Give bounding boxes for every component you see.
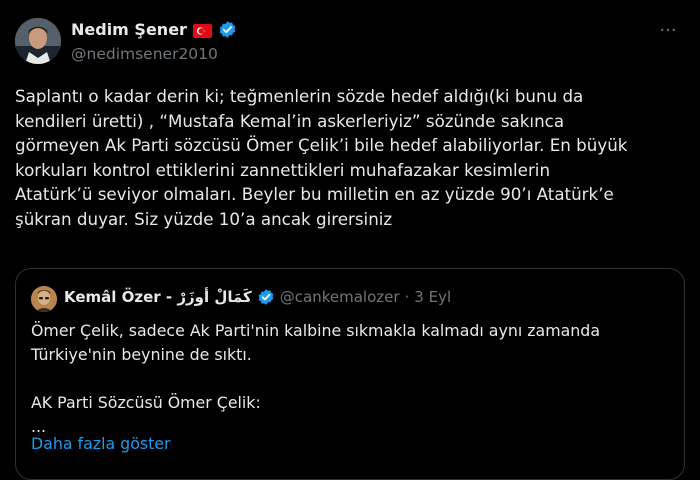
quoted-text-line: AK Parti Sözcüsü Ömer Çelik: <box>31 393 261 412</box>
verified-badge-icon <box>257 288 275 306</box>
quoted-author-handle[interactable]: @cankemalozer <box>280 288 400 306</box>
verified-badge-icon <box>218 20 237 39</box>
author-avatar[interactable] <box>15 18 61 64</box>
turkey-flag-icon <box>192 23 212 38</box>
quoted-tweet-date[interactable]: 3 Eyl <box>414 288 451 306</box>
author-display-name[interactable]: Nedim Şener <box>71 20 187 39</box>
author-handle[interactable]: @nedimsener2010 <box>71 45 218 63</box>
quoted-text-line: Türkiye'nin beynine de sıktı. <box>31 345 252 364</box>
tweet-text: Saplantı o kadar derin ki; teğmenlerin s… <box>15 86 628 229</box>
quoted-tweet[interactable]: Kemâl Özer - كَمَالْ أوزَرْ @cankemaloze… <box>15 268 685 480</box>
more-options-icon[interactable]: ··· <box>656 22 680 40</box>
quoted-author-row: Kemâl Özer - كَمَالْ أوزَرْ @cankemaloze… <box>64 288 451 306</box>
quoted-author-avatar-image <box>31 286 57 312</box>
author-name-row: Nedim Şener <box>71 20 237 39</box>
meta-separator: · <box>404 288 410 306</box>
quoted-text-line: Ömer Çelik, sadece Ak Parti'nin kalbine … <box>31 321 601 340</box>
quoted-tweet-text: Ömer Çelik, sadece Ak Parti'nin kalbine … <box>31 319 671 439</box>
show-more-link[interactable]: Daha fazla göster <box>31 434 171 453</box>
author-avatar-image <box>15 18 61 64</box>
quoted-author-avatar[interactable] <box>31 286 57 312</box>
quoted-author-display-name[interactable]: Kemâl Özer - كَمَالْ أوزَرْ <box>64 288 252 306</box>
